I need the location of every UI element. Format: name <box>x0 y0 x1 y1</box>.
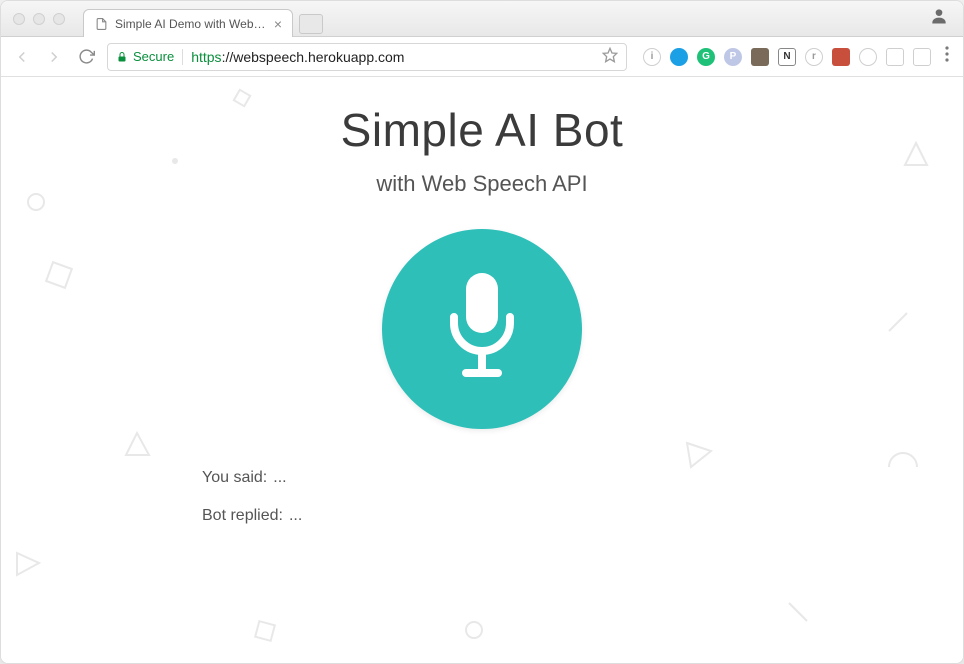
tab-close-button[interactable]: × <box>274 17 282 31</box>
page-subtitle: with Web Speech API <box>376 171 587 197</box>
you-said-row: You said: ... <box>202 469 762 487</box>
tab-active[interactable]: Simple AI Demo with Web Spe... × <box>83 9 293 37</box>
ext-octo[interactable] <box>859 48 877 66</box>
page-favicon-icon <box>94 17 108 31</box>
lock-icon <box>116 51 128 63</box>
ext-p[interactable]: P <box>724 48 742 66</box>
microphone-button[interactable] <box>382 229 582 429</box>
page-viewport: Simple AI Bot with Web Speech API You sa… <box>1 77 963 663</box>
info-icon[interactable]: i <box>643 48 661 66</box>
back-button[interactable] <box>11 46 33 68</box>
new-tab-button[interactable] <box>299 14 323 34</box>
bot-replied-label: Bot replied: <box>202 507 283 525</box>
url-text: https://webspeech.herokuapp.com <box>191 49 594 65</box>
url-host: ://webspeech.herokuapp.com <box>222 49 405 65</box>
address-bar[interactable]: Secure https://webspeech.herokuapp.com <box>107 43 627 71</box>
page-title: Simple AI Bot <box>341 103 624 157</box>
ext-blue-dot[interactable] <box>670 48 688 66</box>
browser-window: Simple AI Demo with Web Spe... × Secure <box>0 0 964 664</box>
url-scheme: https <box>191 49 221 65</box>
you-said-value: ... <box>273 469 286 487</box>
bot-replied-row: Bot replied: ... <box>202 507 762 525</box>
tab-strip: Simple AI Demo with Web Spe... × <box>83 1 323 36</box>
titlebar: Simple AI Demo with Web Spe... × <box>1 1 963 37</box>
ext-r[interactable]: r <box>805 48 823 66</box>
toolbar: Secure https://webspeech.herokuapp.com i… <box>1 37 963 77</box>
microphone-icon <box>432 267 532 392</box>
cast-icon[interactable] <box>886 48 904 66</box>
window-controls <box>13 13 65 25</box>
you-said-label: You said: <box>202 469 267 487</box>
reload-button[interactable] <box>75 46 97 68</box>
ext-pin[interactable] <box>913 48 931 66</box>
ext-red[interactable] <box>832 48 850 66</box>
window-minimize-button[interactable] <box>33 13 45 25</box>
ext-grammarly[interactable]: G <box>697 48 715 66</box>
profile-icon[interactable] <box>929 6 949 31</box>
secure-indicator: Secure <box>116 49 174 64</box>
bookmark-star-icon[interactable] <box>602 47 618 66</box>
window-close-button[interactable] <box>13 13 25 25</box>
divider <box>182 49 183 65</box>
forward-button[interactable] <box>43 46 65 68</box>
bot-replied-value: ... <box>289 507 302 525</box>
tab-title: Simple AI Demo with Web Spe... <box>115 17 267 31</box>
browser-menu-button[interactable] <box>941 46 953 67</box>
secure-label: Secure <box>133 49 174 64</box>
ext-pic[interactable] <box>751 48 769 66</box>
ext-n[interactable]: N <box>778 48 796 66</box>
page-content: Simple AI Bot with Web Speech API You sa… <box>1 77 963 663</box>
window-maximize-button[interactable] <box>53 13 65 25</box>
transcript-panel: You said: ... Bot replied: ... <box>202 469 762 545</box>
extensions-row: i GP Nr <box>643 48 931 66</box>
